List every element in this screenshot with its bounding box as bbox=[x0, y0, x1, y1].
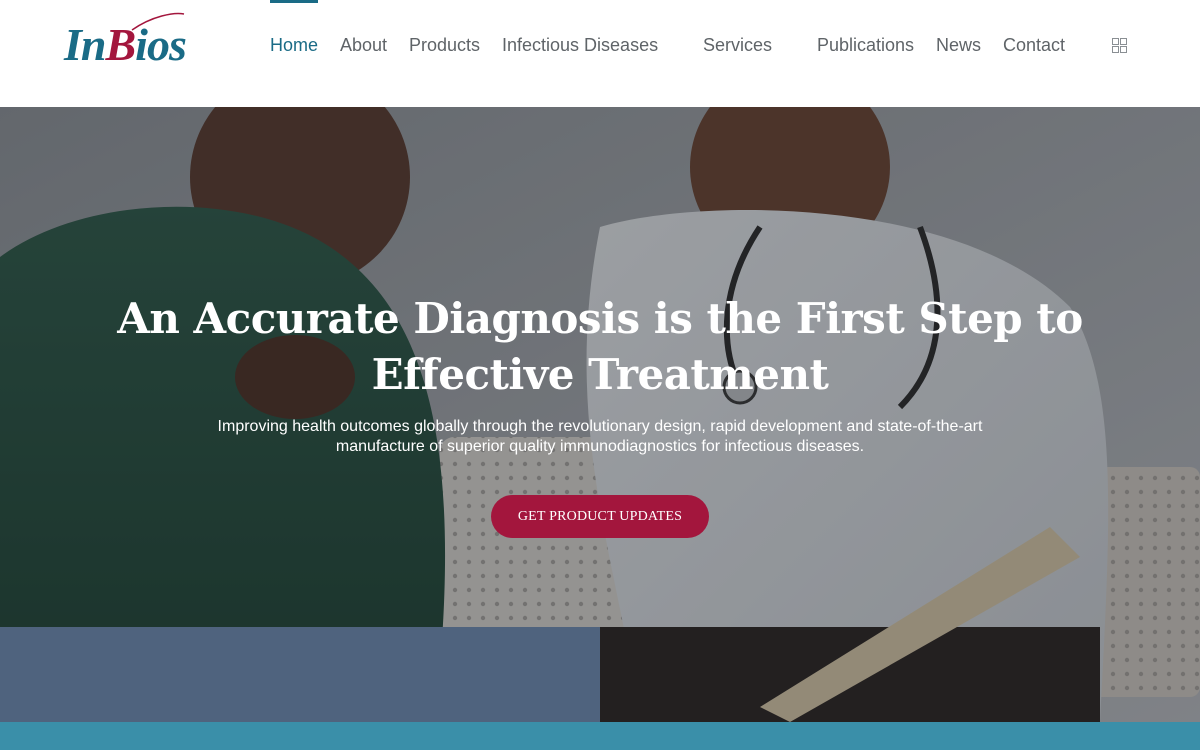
hero-overlay bbox=[0, 107, 1200, 722]
nav-item-publications[interactable]: Publications bbox=[817, 34, 914, 56]
inbios-logo[interactable]: InBios bbox=[62, 10, 222, 70]
nav-item-infectious-diseases[interactable]: Infectious Diseases bbox=[502, 34, 658, 56]
grid-icon[interactable] bbox=[1112, 38, 1127, 53]
hero-subtitle: Improving health outcomes globally throu… bbox=[217, 418, 983, 455]
site-header: InBios Home About Products Infectious Di… bbox=[0, 0, 1200, 107]
nav-item-home[interactable]: Home bbox=[270, 34, 318, 56]
nav-item-contact[interactable]: Contact bbox=[1003, 34, 1065, 56]
section-divider-band bbox=[0, 722, 1200, 750]
nav-item-about[interactable]: About bbox=[340, 34, 387, 56]
hero-section: An Accurate Diagnosis is the First Step … bbox=[0, 107, 1200, 722]
nav-item-news[interactable]: News bbox=[936, 34, 981, 56]
nav-item-services[interactable]: Services bbox=[703, 34, 772, 56]
logo-wordmark: InBios bbox=[64, 19, 187, 70]
get-product-updates-button[interactable]: GET PRODUCT UPDATES bbox=[491, 495, 709, 538]
nav-item-products[interactable]: Products bbox=[409, 34, 480, 56]
nav-active-indicator bbox=[270, 0, 318, 3]
hero-title: An Accurate Diagnosis is the First Step … bbox=[117, 294, 1083, 399]
